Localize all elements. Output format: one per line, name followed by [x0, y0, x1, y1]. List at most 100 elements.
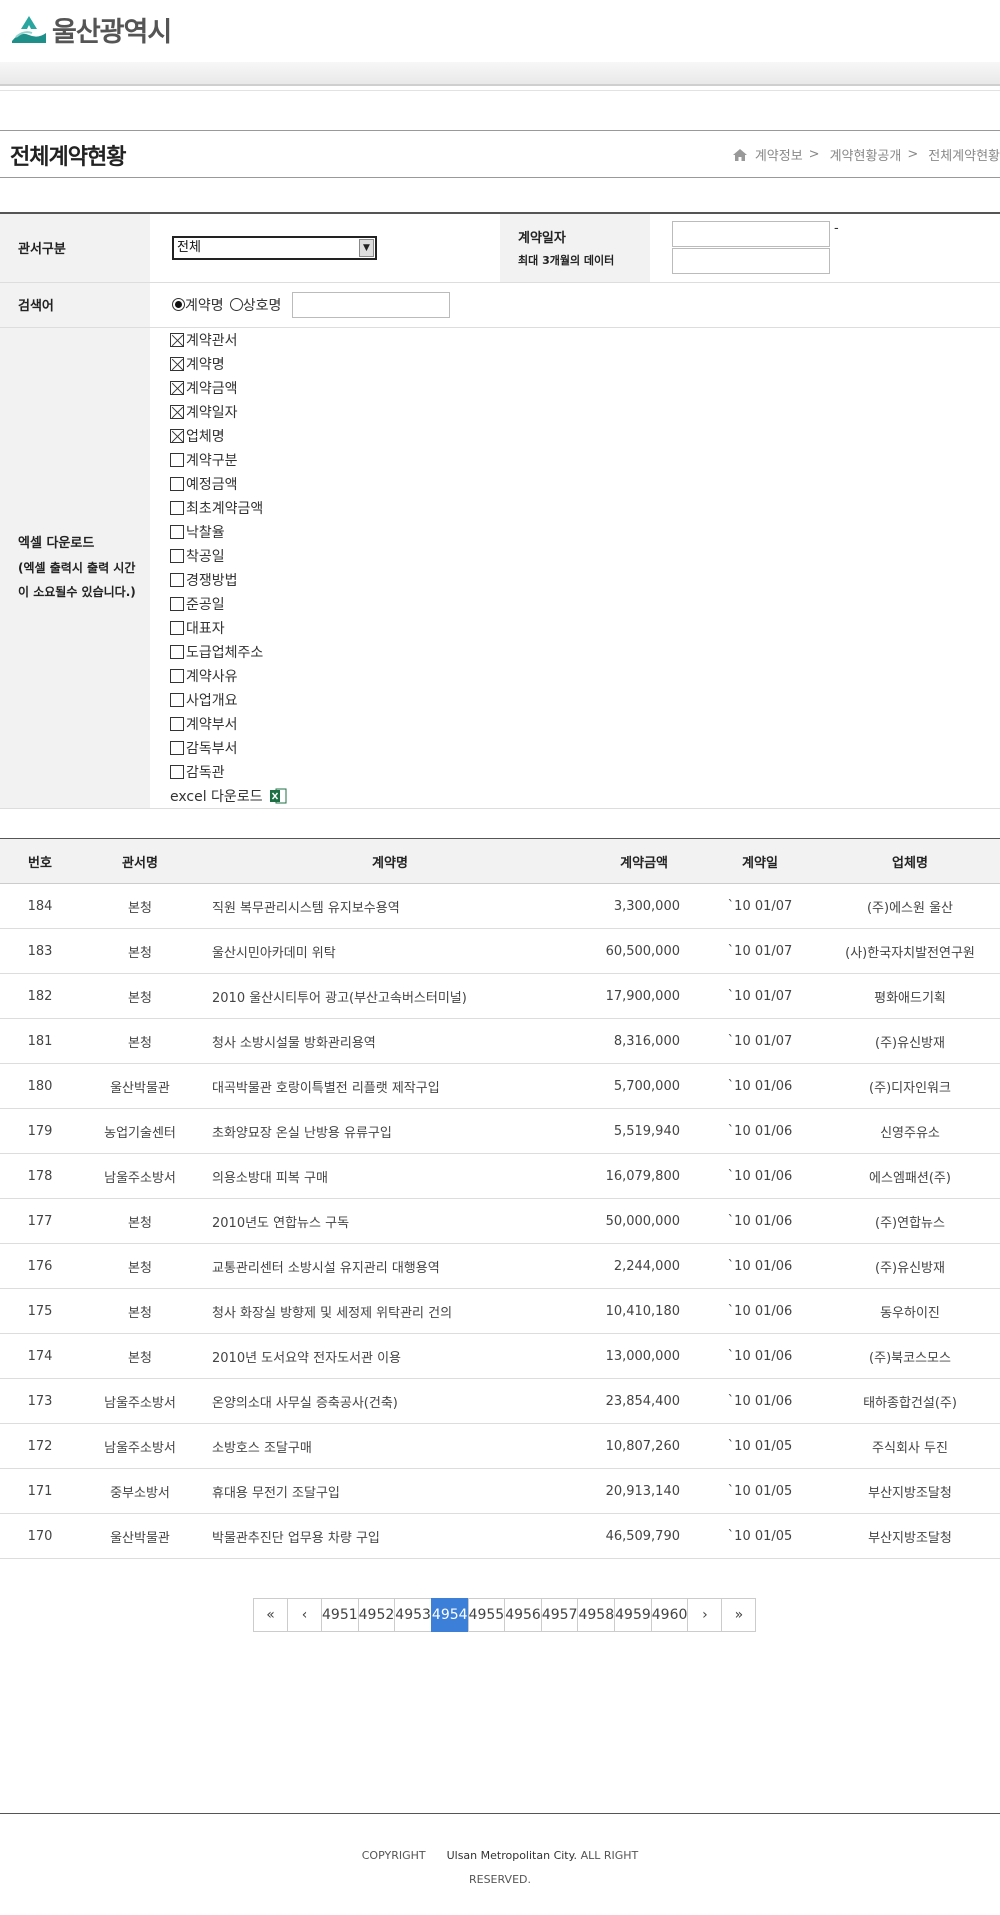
- cell-contract-name[interactable]: 2010년도 연합뉴스 구독: [200, 1198, 580, 1244]
- excel-field-checkbox[interactable]: [170, 548, 184, 563]
- site-logo[interactable]: 울산광역시: [10, 10, 172, 49]
- breadcrumb-contract-info[interactable]: 계약정보: [755, 145, 803, 164]
- excel-field-checkbox[interactable]: [170, 644, 184, 659]
- excel-field-label: 계약금액: [186, 380, 238, 397]
- page-link[interactable]: 4956: [504, 1598, 542, 1632]
- page-title: 전체계약현황: [10, 145, 126, 170]
- excel-field-checkbox[interactable]: [170, 716, 184, 731]
- cell-contract-name[interactable]: 의용소방대 피복 구매: [200, 1153, 580, 1199]
- cell-contract-name[interactable]: 교통관리센터 소방시설 유지관리 대행용역: [200, 1243, 580, 1289]
- excel-field-checkbox[interactable]: [170, 356, 184, 371]
- breadcrumb-separator: >: [808, 147, 820, 162]
- cell-contract-name[interactable]: 온양의소대 사무실 증축공사(건축): [200, 1378, 580, 1424]
- cell-dept: 본청: [80, 1018, 200, 1064]
- dept-select[interactable]: 전체 ▼: [172, 235, 377, 260]
- cell-contract-name[interactable]: 2010년 도서요약 전자도서관 이용: [200, 1333, 580, 1379]
- excel-field-label: 대표자: [186, 620, 225, 637]
- cell-date: `10 01/05: [700, 1468, 820, 1514]
- cell-contract-name[interactable]: 초화양묘장 온실 난방용 유류구입: [200, 1108, 580, 1154]
- radio-contract-name-label: 계약명: [185, 297, 224, 314]
- excel-field-checkbox[interactable]: [170, 404, 184, 419]
- prev-page-button[interactable]: ‹: [287, 1598, 322, 1632]
- breadcrumb-contract-status[interactable]: 계약현황공개: [830, 145, 902, 164]
- last-page-button[interactable]: »: [721, 1598, 757, 1632]
- keyword-input[interactable]: [291, 291, 450, 318]
- excel-field-checkbox[interactable]: [170, 596, 184, 611]
- excel-field-option: 감독관: [170, 760, 1000, 784]
- cell-contract-name[interactable]: 청사 소방시설물 방화관리용역: [200, 1018, 580, 1064]
- cell-contract-name[interactable]: 대곡박물관 호랑이특별전 리플랫 제작구입: [200, 1063, 580, 1109]
- cell-number: 184: [0, 883, 80, 929]
- dropdown-arrow-icon: ▼: [359, 238, 374, 257]
- excel-field-checkbox[interactable]: [170, 572, 184, 587]
- excel-field-checkbox[interactable]: [170, 740, 184, 755]
- cell-contract-name[interactable]: 소방호스 조달구매: [200, 1423, 580, 1469]
- cell-number: 174: [0, 1333, 80, 1379]
- cell-vendor: (주)에스원 울산: [820, 883, 1000, 929]
- date-label: 계약일자: [518, 230, 566, 246]
- excel-field-checkbox[interactable]: [170, 764, 184, 779]
- cell-vendor: (주)북코스모스: [820, 1333, 1000, 1379]
- cell-date: `10 01/06: [700, 1378, 820, 1424]
- cell-amount: 13,000,000: [580, 1333, 700, 1379]
- page-link[interactable]: 4958: [577, 1598, 616, 1632]
- cell-contract-name[interactable]: 2010 울산시티투어 광고(부산고속버스터미널): [200, 973, 580, 1019]
- site-header: 울산광역시: [0, 0, 1000, 62]
- cell-vendor: 에스엠패션(주): [820, 1153, 1000, 1199]
- excel-field-checkbox[interactable]: [170, 332, 184, 347]
- cell-contract-name[interactable]: 울산시민아카데미 위탁: [200, 928, 580, 974]
- first-page-button[interactable]: «: [253, 1598, 288, 1632]
- page-link[interactable]: 4955: [467, 1598, 506, 1632]
- cell-vendor: (주)디자인워크: [820, 1063, 1000, 1109]
- cell-dept: 본청: [80, 1243, 200, 1289]
- search-form: 관서구분 전체 ▼ 계약일자 최대 3개월의 데이터 - 검색어 계약명 상호명…: [0, 212, 1000, 809]
- page-link[interactable]: 4953: [394, 1598, 432, 1632]
- page-link[interactable]: 4960: [650, 1598, 689, 1632]
- table-header-row: 번호 관서명 계약명 계약금액 계약일 업체명: [0, 838, 1000, 884]
- cell-contract-name[interactable]: 박물관추진단 업무용 차량 구입: [200, 1513, 580, 1559]
- excel-field-checkbox[interactable]: [170, 668, 184, 683]
- col-dept: 관서명: [80, 838, 200, 884]
- excel-field-option: 계약구분: [170, 448, 1000, 472]
- cell-contract-name[interactable]: 휴대용 무전기 조달구입: [200, 1468, 580, 1514]
- excel-field-checkbox[interactable]: [170, 380, 184, 395]
- page-link[interactable]: 4952: [357, 1598, 396, 1632]
- table-row: 181 본청 청사 소방시설물 방화관리용역 8,316,000 `10 01/07 (주…: [0, 1018, 1000, 1064]
- next-page-button[interactable]: ›: [687, 1598, 723, 1632]
- excel-field-checkbox[interactable]: [170, 524, 184, 539]
- home-icon[interactable]: [732, 148, 747, 161]
- radio-company-name[interactable]: [229, 298, 243, 311]
- cell-contract-name[interactable]: 청사 화장실 방향제 및 세정제 위탁관리 건의: [200, 1288, 580, 1334]
- cell-number: 183: [0, 928, 80, 974]
- page-link[interactable]: 4957: [540, 1598, 579, 1632]
- cell-vendor: 부산지방조달청: [820, 1468, 1000, 1514]
- table-row: 180 울산박물관 대곡박물관 호랑이특별전 리플랫 제작구입 5,700,000 `1…: [0, 1063, 1000, 1109]
- date-from-input[interactable]: [672, 221, 830, 248]
- contract-table: 번호 관서명 계약명 계약금액 계약일 업체명 184 본청 직원 복무관리시스템 …: [0, 838, 1000, 1559]
- page-link[interactable]: 4959: [614, 1598, 652, 1632]
- excel-download-link[interactable]: excel 다운로드: [170, 784, 1000, 808]
- cell-vendor: 평화애드기획: [820, 973, 1000, 1019]
- excel-field-label: 착공일: [186, 548, 225, 565]
- table-row: 179 농업기술센터 초화양묘장 온실 난방용 유류구입 5,519,940 `10 0…: [0, 1108, 1000, 1154]
- cell-date: `10 01/07: [700, 973, 820, 1019]
- cell-amount: 5,700,000: [580, 1063, 700, 1109]
- radio-contract-name[interactable]: [172, 298, 185, 311]
- table-row: 184 본청 직원 복무관리시스템 유지보수용역 3,300,000 `10 01/07…: [0, 883, 1000, 929]
- cell-date: `10 01/06: [700, 1063, 820, 1109]
- excel-field-checkbox[interactable]: [170, 428, 184, 443]
- date-to-input[interactable]: [672, 248, 830, 275]
- excel-field-checkbox[interactable]: [170, 476, 184, 491]
- excel-field-checkbox[interactable]: [170, 692, 184, 707]
- cell-contract-name[interactable]: 직원 복무관리시스템 유지보수용역: [200, 883, 580, 929]
- col-date: 계약일: [700, 838, 820, 884]
- page-link[interactable]: 4951: [321, 1598, 359, 1632]
- page-link[interactable]: 4954: [430, 1598, 469, 1632]
- excel-field-checkbox[interactable]: [170, 452, 184, 467]
- cell-amount: 3,300,000: [580, 883, 700, 929]
- radio-company-name-label: 상호명: [242, 297, 282, 314]
- excel-field-checkbox[interactable]: [170, 620, 184, 635]
- excel-field-option: 계약일자: [170, 400, 1000, 424]
- excel-field-checkbox[interactable]: [170, 500, 184, 515]
- cell-date: `10 01/07: [700, 883, 820, 929]
